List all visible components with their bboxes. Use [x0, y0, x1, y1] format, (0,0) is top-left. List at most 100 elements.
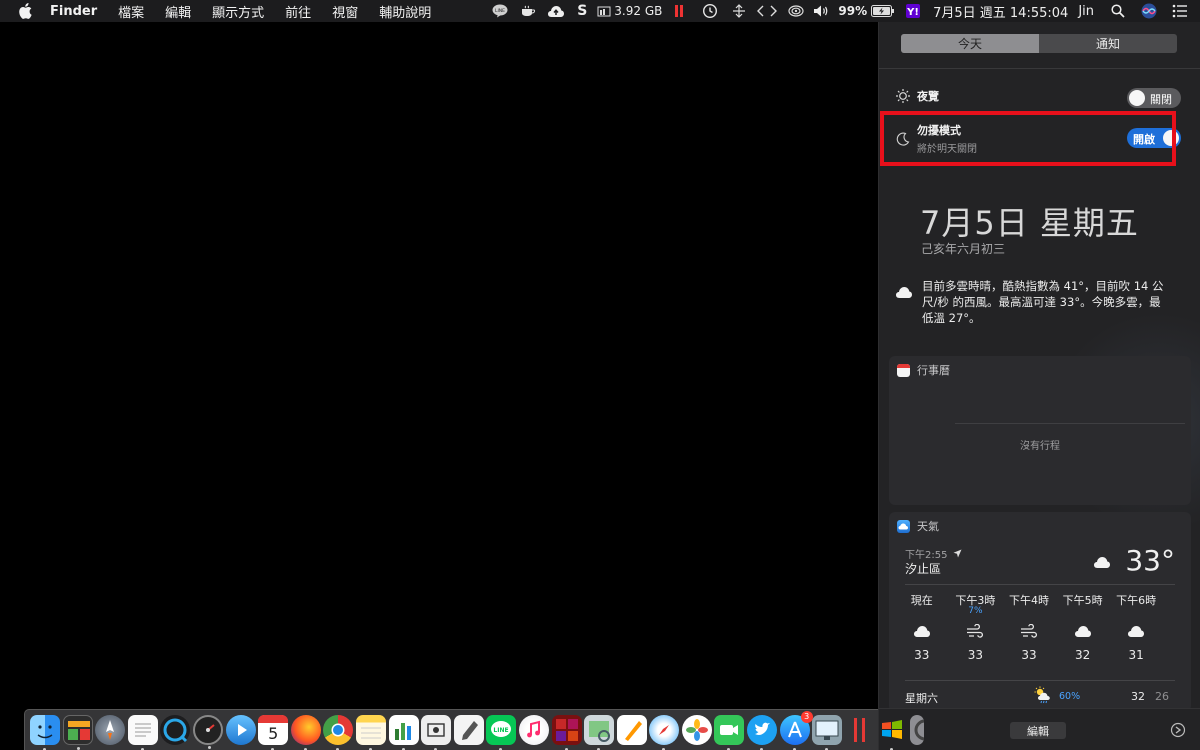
dock-photo-booth[interactable] [551, 715, 582, 750]
dock-dashboard[interactable] [192, 715, 223, 749]
svg-text:LINE: LINE [494, 727, 509, 734]
dock-chrome[interactable] [323, 715, 354, 750]
coffee-icon[interactable] [517, 0, 539, 22]
gear-icon[interactable] [1170, 722, 1186, 742]
calendar-widget[interactable]: 行事曆 沒有行程 [889, 356, 1191, 505]
s-app-icon[interactable]: S [573, 0, 591, 22]
battery-percent: 99% [838, 4, 868, 18]
app-store-badge: 3 [800, 711, 813, 723]
weather-widget-header: 天氣 [897, 518, 939, 534]
volume-icon[interactable] [812, 0, 832, 22]
notification-center-icon[interactable] [1170, 0, 1190, 22]
night-shift-state: 關閉 [1150, 93, 1172, 106]
dock-twitter[interactable] [747, 715, 778, 750]
siri-icon[interactable] [1140, 0, 1158, 22]
dock-quicktime-search[interactable] [160, 715, 191, 745]
menu-view[interactable]: 顯示方式 [212, 2, 264, 21]
dnd-label: 勿擾模式 [917, 124, 961, 137]
dock-system-preferences-display[interactable] [812, 715, 843, 750]
line-icon[interactable]: LINE [489, 0, 511, 22]
user-name[interactable]: Jin [1078, 0, 1094, 22]
cloud-icon [1127, 620, 1145, 642]
clock[interactable]: 7月5日 週五 14:55:04 [933, 0, 1068, 22]
weather-current-temp: 33° [1125, 544, 1175, 577]
dock-preview[interactable] [584, 715, 615, 750]
hourly-item: 下午3時 7% 33 [955, 594, 996, 662]
wind-icon [1020, 620, 1038, 642]
dock-facetime[interactable] [714, 715, 745, 750]
network-arrows-icon[interactable] [730, 0, 748, 22]
night-shift-toggle[interactable]: 關閉 [1127, 88, 1181, 108]
weather-widget-title: 天氣 [917, 520, 939, 533]
weather-hourly: 現在 33 下午3時 7% 33 下午4時 33 下午5時 32 下午6時 31 [895, 592, 1185, 662]
cloud-icon [1093, 554, 1111, 573]
wind-icon [966, 620, 984, 642]
notification-center: 今天 通知 夜覽 關閉 勿擾模式 將於明天關閉 開啟 7月5日 星期五 己亥年六… [878, 22, 1200, 750]
dock-app-store[interactable]: 3 [779, 711, 813, 750]
dnd-state: 開啟 [1133, 133, 1155, 146]
spotlight-search-icon[interactable] [1110, 0, 1126, 22]
dock-textedit[interactable] [127, 715, 158, 750]
dock-screenshot[interactable] [421, 715, 452, 750]
dock-photos[interactable] [681, 715, 712, 745]
menu-go[interactable]: 前往 [285, 2, 311, 21]
svg-text:LINE: LINE [495, 8, 505, 14]
memory-value: 3.92 GB [614, 4, 663, 18]
dock-finder[interactable] [30, 715, 60, 750]
menu-edit[interactable]: 編輯 [165, 2, 191, 21]
svg-text:Y!: Y! [906, 7, 919, 18]
yahoo-icon[interactable]: Y! [905, 0, 921, 22]
code-brackets-icon[interactable] [754, 0, 780, 22]
menu-window[interactable]: 視窗 [332, 2, 358, 21]
dock-quicktime-player[interactable] [225, 715, 256, 745]
dock-numbers[interactable] [388, 715, 419, 750]
hourly-item: 下午5時 32 [1062, 594, 1103, 662]
dock-system-preferences[interactable] [910, 715, 936, 745]
nc-tab-switcher: 今天 通知 [901, 34, 1177, 53]
battery-status[interactable]: 99% [838, 0, 895, 22]
app-menu-finder[interactable]: Finder [50, 4, 97, 19]
dock-itunes[interactable] [518, 715, 549, 745]
pause-status-icon[interactable] [672, 0, 686, 22]
cloud-icon [913, 620, 931, 642]
dock-calendar[interactable]: 5 [258, 715, 289, 750]
sun-icon [893, 86, 913, 106]
dock-task-manager[interactable] [62, 715, 93, 750]
menu-help[interactable]: 輔助說明 [379, 2, 431, 21]
dock-safari[interactable] [649, 715, 680, 750]
calendar-day: 5 [268, 724, 279, 743]
weather-widget[interactable]: 天氣 下午2:55 汐止區 33° 現在 33 下午3時 7% 33 下午4時 … [889, 512, 1191, 712]
weather-app-icon [897, 519, 910, 533]
spiral-icon[interactable] [786, 0, 806, 22]
cloud-upload-icon[interactable] [545, 0, 567, 22]
dock-line[interactable]: LINE [486, 715, 517, 750]
memory-status[interactable]: 3.92 GB [597, 0, 662, 22]
cloud-icon [895, 284, 913, 303]
menu-file[interactable]: 檔案 [118, 2, 144, 21]
dock-pages[interactable] [616, 715, 647, 745]
dock-launchpad[interactable] [95, 715, 126, 745]
weather-time: 下午2:55 [905, 550, 948, 561]
tab-today[interactable]: 今天 [901, 34, 1039, 53]
calendar-empty-text: 沒有行程 [1020, 441, 1060, 452]
menu-bar: Finder 檔案 編輯 顯示方式 前往 視窗 輔助說明 LINE S 3.92… [0, 0, 1200, 22]
weather-summary: 目前多雲時晴，酷熱指數為 41°，目前吹 14 公尺/秒 的西風。最高溫可達 3… [922, 279, 1164, 325]
dock-windows[interactable] [877, 715, 907, 750]
sun-cloud-rain-icon [1033, 686, 1055, 707]
dock-firefox[interactable] [290, 715, 321, 750]
location-arrow-icon [953, 549, 962, 558]
time-machine-icon[interactable] [700, 0, 720, 22]
dnd-toggle[interactable]: 開啟 [1127, 128, 1181, 148]
hourly-item: 現在 33 [910, 594, 933, 662]
night-shift-label: 夜覽 [917, 90, 939, 103]
hourly-item: 下午4時 33 [1008, 594, 1049, 662]
dock-parallels[interactable] [845, 715, 875, 745]
dock-textedit-2[interactable] [453, 715, 484, 745]
today-date: 7月5日 星期五 [920, 204, 1139, 242]
tab-notifications[interactable]: 通知 [1039, 34, 1177, 53]
weather-location: 汐止區 [905, 562, 942, 576]
cloud-icon [1074, 620, 1092, 642]
edit-button[interactable]: 編輯 [1010, 722, 1066, 739]
dock-notes[interactable] [355, 715, 386, 750]
apple-icon[interactable] [18, 3, 32, 19]
